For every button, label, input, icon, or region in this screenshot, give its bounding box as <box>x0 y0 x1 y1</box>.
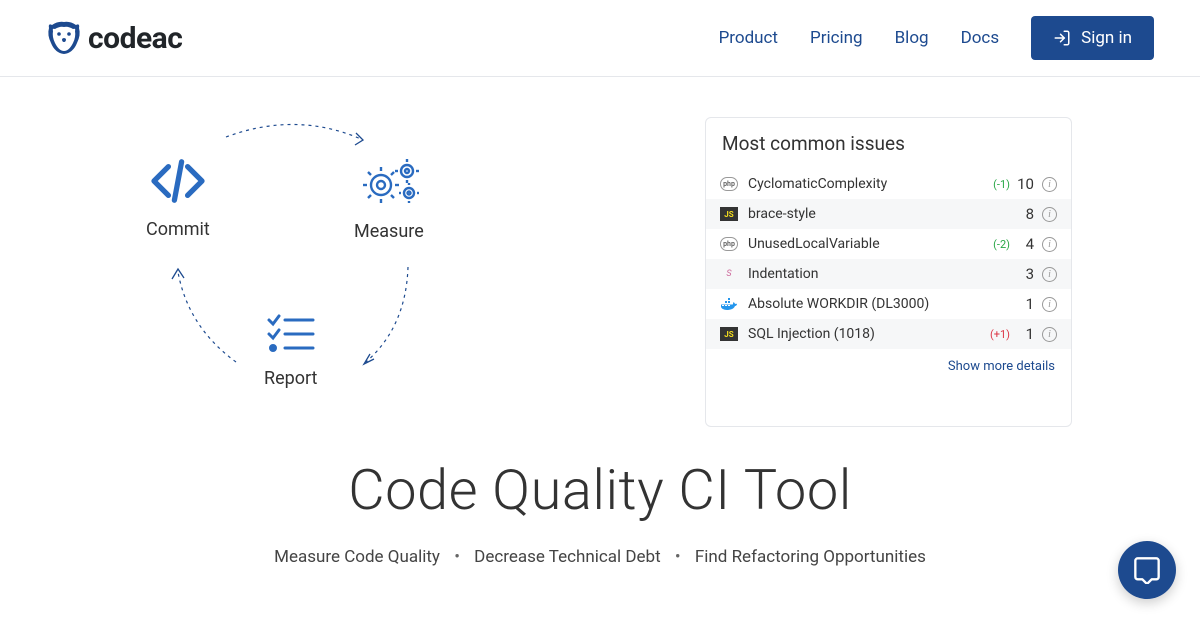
issue-count: 3 <box>1016 265 1034 283</box>
chat-icon <box>1133 556 1161 584</box>
issue-delta: (+1) <box>990 328 1010 341</box>
issue-name: Absolute WORKDIR (DL3000) <box>748 296 1010 312</box>
cycle-commit: Commit <box>146 157 210 240</box>
issue-row[interactable]: php UnusedLocalVariable (-2) 4 i <box>706 229 1071 259</box>
nav-pricing[interactable]: Pricing <box>810 28 863 48</box>
issue-name: CyclomaticComplexity <box>748 176 993 192</box>
issues-title: Most common issues <box>706 132 1071 155</box>
info-icon[interactable]: i <box>1042 297 1057 312</box>
issue-count: 4 <box>1016 235 1034 253</box>
nav-product[interactable]: Product <box>719 28 778 48</box>
docker-icon <box>720 297 738 311</box>
signin-button[interactable]: Sign in <box>1031 16 1154 60</box>
page-subhead: Measure Code Quality • Decrease Technica… <box>0 547 1200 567</box>
issues-list: php CyclomaticComplexity (-1) 10 i JS br… <box>706 169 1071 349</box>
show-more-link[interactable]: Show more details <box>706 349 1071 374</box>
info-icon[interactable]: i <box>1042 207 1057 222</box>
cycle-diagram: Commit Measure <box>136 117 596 427</box>
subhead-a: Measure Code Quality <box>274 547 440 567</box>
gears-icon <box>357 157 421 207</box>
info-icon[interactable]: i <box>1042 267 1057 282</box>
signin-icon <box>1053 29 1071 47</box>
issue-delta: (-2) <box>993 238 1010 251</box>
issue-row[interactable]: JS SQL Injection (1018) (+1) 1 i <box>706 319 1071 349</box>
bear-icon <box>46 21 82 55</box>
issue-name: SQL Injection (1018) <box>748 326 990 342</box>
issue-name: Indentation <box>748 266 1010 282</box>
brand-logo[interactable]: codeac <box>46 21 182 56</box>
issue-row[interactable]: JS brace-style 8 i <box>706 199 1071 229</box>
issue-count: 8 <box>1016 205 1034 223</box>
issue-row[interactable]: S Indentation 3 i <box>706 259 1071 289</box>
headline-text: Code Quality CI Tool <box>0 457 1200 523</box>
cycle-commit-label: Commit <box>146 219 210 240</box>
info-icon[interactable]: i <box>1042 177 1057 192</box>
issue-count: 1 <box>1016 295 1034 313</box>
checklist-icon <box>265 312 317 354</box>
brand-name: codeac <box>88 21 182 56</box>
subhead-c: Find Refactoring Opportunities <box>695 547 926 567</box>
main-nav: Product Pricing Blog Docs Sign in <box>719 16 1154 60</box>
issue-name: UnusedLocalVariable <box>748 236 993 252</box>
cycle-report-label: Report <box>264 368 317 389</box>
code-icon <box>149 157 207 205</box>
js-icon: JS <box>720 207 738 221</box>
cycle-measure-label: Measure <box>354 221 424 242</box>
issue-row[interactable]: Absolute WORKDIR (DL3000) 1 i <box>706 289 1071 319</box>
issue-count: 1 <box>1016 325 1034 343</box>
subhead-sep: • <box>675 547 681 567</box>
signin-label: Sign in <box>1081 28 1132 48</box>
issues-panel: Most common issues php CyclomaticComplex… <box>705 117 1072 427</box>
php-icon: php <box>720 177 738 191</box>
php-icon: php <box>720 237 738 251</box>
site-header: codeac Product Pricing Blog Docs Sign in <box>0 0 1200 77</box>
subhead-b: Decrease Technical Debt <box>474 547 661 567</box>
issue-name: brace-style <box>748 206 1010 222</box>
hero-section: Commit Measure <box>0 77 1200 427</box>
cycle-measure: Measure <box>354 157 424 242</box>
subhead-sep: • <box>454 547 460 567</box>
nav-blog[interactable]: Blog <box>895 28 929 48</box>
cycle-report: Report <box>264 312 317 389</box>
issue-count: 10 <box>1016 175 1034 193</box>
sass-icon: S <box>720 267 738 281</box>
info-icon[interactable]: i <box>1042 237 1057 252</box>
info-icon[interactable]: i <box>1042 327 1057 342</box>
page-headline: Code Quality CI Tool <box>0 457 1200 523</box>
issue-row[interactable]: php CyclomaticComplexity (-1) 10 i <box>706 169 1071 199</box>
chat-button[interactable] <box>1118 541 1176 599</box>
issue-delta: (-1) <box>993 178 1010 191</box>
js-icon: JS <box>720 327 738 341</box>
nav-docs[interactable]: Docs <box>961 28 1000 48</box>
